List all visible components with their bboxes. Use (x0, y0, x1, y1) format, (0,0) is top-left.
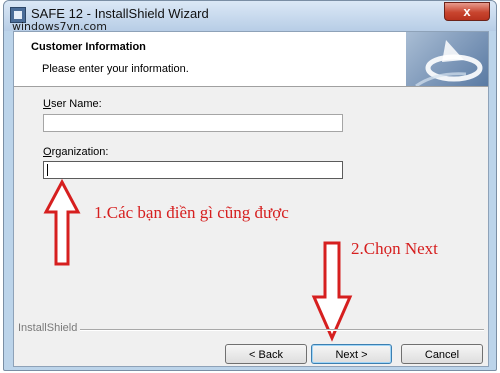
title-bar[interactable]: SAFE 12 - InstallShield Wizard windows7v… (4, 1, 496, 33)
cancel-button[interactable]: Cancel (401, 344, 483, 364)
organization-field[interactable] (43, 161, 343, 179)
installshield-brand: InstallShield (18, 322, 78, 334)
back-button[interactable]: < Back (225, 344, 307, 364)
wizard-header: Customer Information Please enter your i… (14, 32, 488, 87)
organization-label: Organization: (43, 146, 109, 158)
close-button[interactable]: x (444, 2, 490, 21)
user-name-field[interactable] (43, 114, 343, 132)
installer-window: SAFE 12 - InstallShield Wizard windows7v… (3, 0, 497, 371)
user-name-label: User Name: (43, 98, 102, 110)
text-caret (47, 164, 48, 177)
footer-divider (80, 329, 484, 331)
red-down-arrow-icon (311, 241, 353, 342)
close-icon: x (463, 4, 471, 19)
page-subtitle: Please enter your information. (42, 63, 189, 75)
instruction-note-click-next: 2.Chọn Next (351, 239, 438, 258)
installshield-banner-icon (406, 32, 488, 86)
instruction-note-fill-fields: 1.Các bạn điền gì cũng được (94, 203, 289, 222)
window-title: SAFE 12 - InstallShield Wizard (31, 6, 209, 21)
page-title: Customer Information (31, 41, 146, 53)
next-button[interactable]: Next > (311, 344, 392, 364)
wizard-content: Customer Information Please enter your i… (13, 31, 489, 367)
red-up-arrow-icon (43, 178, 81, 266)
